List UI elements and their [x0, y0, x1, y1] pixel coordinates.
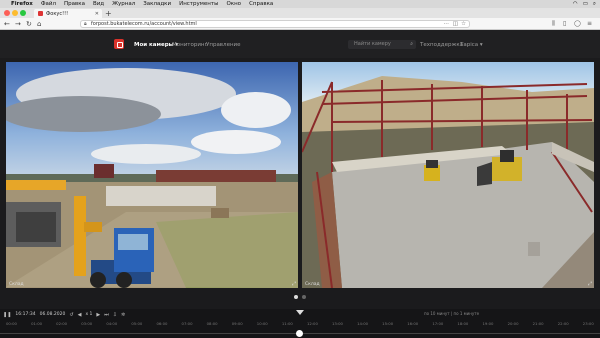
menu-help[interactable]: Справка [249, 1, 273, 7]
timeline-zoom-labels[interactable]: по 10 минут | по 1 минуте [424, 311, 479, 316]
tick-label: 18:00 [457, 321, 469, 326]
fast-forward-icon[interactable]: ⏭ [104, 312, 109, 318]
back-icon[interactable]: ← [4, 19, 10, 29]
camera-1-label: Склад [9, 282, 24, 287]
nav-support[interactable]: Техподдержка [420, 42, 463, 48]
library-icon[interactable]: ⫼ [552, 20, 555, 28]
tick-label: 19:00 [482, 321, 494, 326]
step-back-icon[interactable]: ◀ [78, 312, 82, 318]
tick-label: 17:00 [432, 321, 444, 326]
tick-label: 20:00 [507, 321, 519, 326]
timeline-playhead[interactable] [296, 330, 303, 337]
tick-label: 11:00 [281, 321, 293, 326]
favicon-icon [38, 11, 43, 16]
tick-label: 12:00 [306, 321, 318, 326]
hamburger-menu-icon[interactable]: ≡ [587, 20, 592, 28]
camera-2-fullscreen-icon[interactable]: ⤢ [588, 281, 592, 287]
battery-icon[interactable]: ▭ [583, 1, 588, 8]
camera-1-image [6, 62, 298, 288]
menu-window[interactable]: Окно [226, 1, 241, 7]
playback-speed[interactable]: x 1 [85, 312, 92, 317]
os-menubar: Firefox Файл Правка Вид Журнал Закладки … [0, 0, 600, 8]
menu-edit[interactable]: Правка [64, 1, 85, 7]
close-window-icon[interactable] [4, 10, 10, 16]
reload-icon[interactable]: ↻ [26, 19, 32, 29]
tick-label: 23:00 [582, 321, 594, 326]
tick-label: 15:00 [382, 321, 394, 326]
tab-title: Фокус!!! [46, 10, 69, 17]
tick-label: 21:00 [532, 321, 544, 326]
menu-view[interactable]: Вид [93, 1, 104, 7]
camera-search-input[interactable]: Найти камеру ⌕ [348, 40, 416, 49]
minimize-window-icon[interactable] [12, 10, 18, 16]
tick-label: 10:00 [256, 321, 268, 326]
tick-label: 09:00 [231, 321, 243, 326]
archive-timeline[interactable]: ❚❚ 16:17:34 06.08.2020 ↺ ◀ x 1 ▶ ⏭ ⇩ ✲ п… [0, 309, 600, 338]
app-menu-name[interactable]: Firefox [11, 1, 33, 7]
nav-tariff[interactable]: Тарiса ▾ [460, 42, 483, 48]
search-placeholder: Найти камеру [354, 41, 391, 47]
tick-label: 00:00 [6, 321, 17, 326]
camera-2-label: Склад [305, 282, 320, 287]
tick-label: 06:00 [156, 321, 168, 326]
page-dot-1[interactable] [294, 295, 298, 299]
nav-monitoring[interactable]: Мониторинг [172, 42, 207, 48]
pause-icon[interactable]: ❚❚ [3, 312, 11, 318]
new-tab-button[interactable]: + [105, 9, 112, 18]
nav-management[interactable]: Управление [206, 42, 241, 48]
menu-file[interactable]: Файл [41, 1, 56, 7]
pocket-icon[interactable]: ◫ [453, 21, 458, 28]
tick-label: 07:00 [181, 321, 193, 326]
tick-label: 16:00 [407, 321, 419, 326]
page-dot-2[interactable] [302, 295, 306, 299]
home-icon[interactable]: ⌂ [37, 19, 41, 29]
menu-tools[interactable]: Инструменты [179, 1, 218, 7]
tick-label: 03:00 [81, 321, 93, 326]
timeline-time: 16:17:34 [15, 312, 36, 317]
status-icons: ◠ ▭ ⌕ [573, 1, 596, 8]
lock-icon[interactable]: 🔒︎ [84, 21, 87, 28]
tick-label: 05:00 [131, 321, 143, 326]
live-marker-icon [296, 310, 304, 315]
timeline-hour-ticks: 00:00 01:00 02:00 03:00 04:00 05:00 06:0… [0, 321, 600, 329]
search-icon[interactable]: ⌕ [410, 40, 413, 49]
url-bar[interactable]: 🔒︎ forpost.bukatelecom.ru/account/view.h… [80, 20, 470, 28]
page-actions-icon[interactable]: ⋯ [444, 21, 450, 28]
camera-2-image [302, 62, 594, 288]
menu-history[interactable]: Журнал [112, 1, 135, 7]
forpost-logo[interactable] [114, 39, 124, 49]
settings-icon[interactable]: ✲ [121, 312, 125, 318]
tick-label: 08:00 [206, 321, 218, 326]
tick-label: 02:00 [56, 321, 68, 326]
zoom-window-icon[interactable] [20, 10, 26, 16]
step-forward-icon[interactable]: ▶ [96, 312, 100, 318]
tick-label: 14:00 [357, 321, 369, 326]
wifi-icon[interactable]: ◠ [573, 1, 578, 8]
tick-label: 04:00 [106, 321, 118, 326]
spotlight-icon[interactable]: ⌕ [593, 1, 596, 8]
tick-label: 13:00 [332, 321, 343, 326]
page-pagination [294, 295, 306, 299]
bookmark-star-icon[interactable]: ☆ [461, 21, 466, 28]
close-tab-icon[interactable]: ✕ [95, 11, 99, 17]
menu-bookmarks[interactable]: Закладки [143, 1, 171, 7]
rewind-icon[interactable]: ↺ [69, 312, 73, 318]
sidebar-icon[interactable]: ▯ [563, 20, 566, 28]
url-text: forpost.bukatelecom.ru/account/view.html [91, 21, 197, 27]
timeline-date[interactable]: 06.08.2020 [40, 312, 66, 317]
app-header: Мои камеры ▾ Мониторинг Управление Найти… [0, 30, 600, 58]
tick-label: 01:00 [31, 321, 43, 326]
download-icon[interactable]: ⇩ [113, 312, 117, 318]
camera-view-1[interactable]: Склад ⤢ [6, 62, 298, 288]
browser-tab[interactable]: Фокус!!! ✕ [34, 9, 102, 18]
browser-tabbar: Фокус!!! ✕ + [0, 8, 600, 18]
forward-icon[interactable]: → [15, 19, 21, 29]
camera-1-fullscreen-icon[interactable]: ⤢ [292, 281, 296, 287]
account-icon[interactable]: ◯ [574, 20, 581, 28]
browser-navbar: ← → ↻ ⌂ 🔒︎ forpost.bukatelecom.ru/accoun… [0, 18, 600, 30]
tick-label: 22:00 [557, 321, 569, 326]
camera-view-2[interactable]: Склад ⤢ [302, 62, 594, 288]
